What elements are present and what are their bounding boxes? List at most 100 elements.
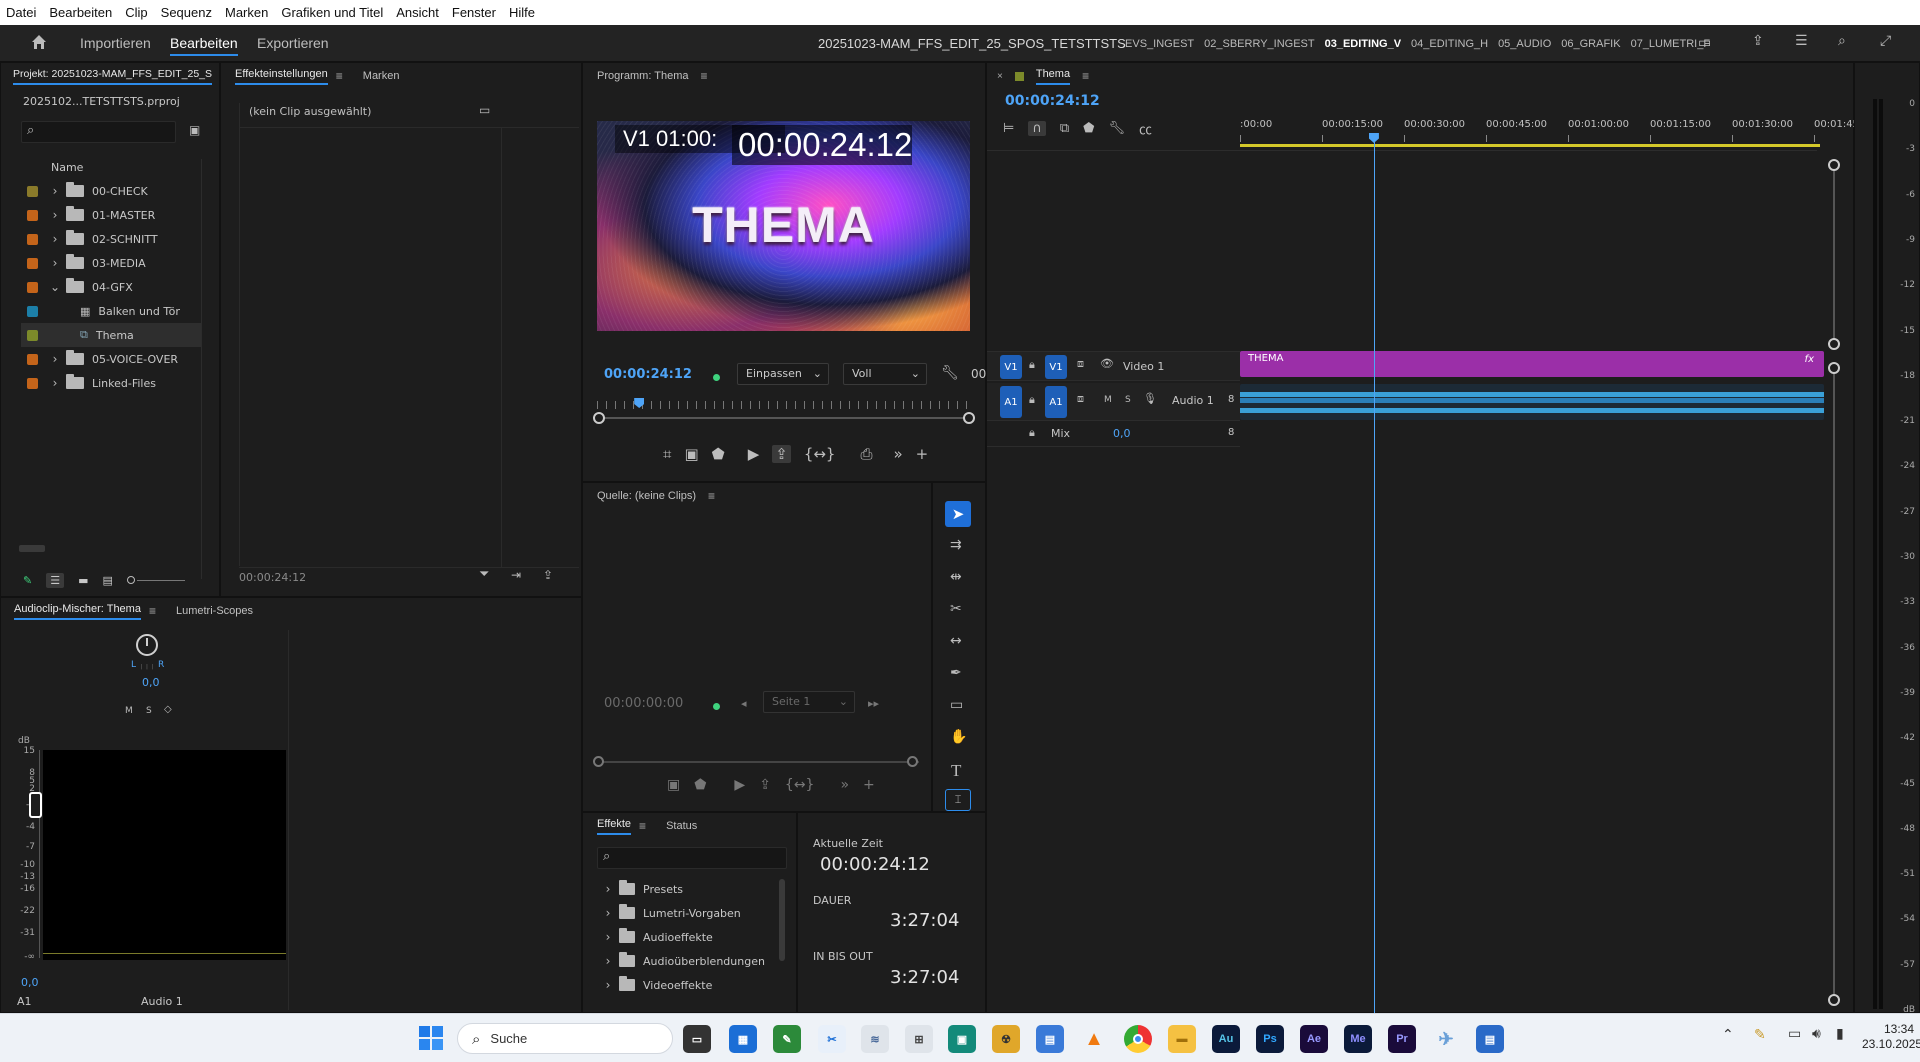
effects-item[interactable]: › Audioüberblendungen <box>597 949 777 973</box>
scroll-handle-right[interactable] <box>963 412 975 424</box>
menu-item-8[interactable]: Hilfe <box>509 5 535 20</box>
razor-tool-icon[interactable]: ✂ <box>950 601 962 617</box>
source-monitor-title[interactable]: Quelle: (keine Clips) <box>597 490 696 502</box>
label-color-swatch[interactable] <box>27 257 38 269</box>
type-tool-icon[interactable]: T <box>951 761 961 781</box>
audio-clip-mixer-tab[interactable]: Audioclip-Mischer: Thema <box>14 603 141 620</box>
chevron-right-icon[interactable]: › <box>601 954 615 968</box>
menu-item-5[interactable]: Grafiken und Titel <box>281 5 383 20</box>
panel-menu-icon[interactable]: ≡ <box>336 69 343 83</box>
insert-icon[interactable]: ⇪ <box>759 777 771 793</box>
notepad-app-icon[interactable]: ✎ <box>773 1025 801 1053</box>
scroll-handle-top[interactable] <box>1828 159 1840 171</box>
label-color-swatch[interactable] <box>27 209 38 221</box>
chevron-right-icon[interactable]: › <box>601 978 615 992</box>
scroll-handle-audio-top[interactable] <box>1828 362 1840 374</box>
linked-selection-icon[interactable]: ⧉ <box>1060 121 1069 136</box>
vlc-icon[interactable]: ▲ <box>1080 1025 1108 1053</box>
lumetri-scopes-tab[interactable]: Lumetri-Scopes <box>176 605 253 617</box>
taskbar-search-box[interactable]: ⌕ Suche <box>457 1023 673 1054</box>
vlc-like-app-icon[interactable]: ☢ <box>992 1025 1020 1053</box>
project-search-input[interactable]: ⌕ <box>21 121 176 143</box>
play-audio-icon[interactable]: ⇥ <box>511 568 521 582</box>
filter-icon[interactable]: ⏷ <box>479 567 489 582</box>
photoshop-icon[interactable]: Ps <box>1256 1025 1284 1053</box>
chevron-right-icon[interactable]: › <box>48 256 62 270</box>
solo-button[interactable]: S <box>146 706 152 716</box>
document-app-icon[interactable]: ▤ <box>1036 1025 1064 1053</box>
menu-item-1[interactable]: Bearbeiten <box>49 5 112 20</box>
track-select-tool-icon[interactable]: ⇉ <box>950 537 962 553</box>
tray-app-icon[interactable]: ✎ <box>1754 1027 1766 1043</box>
volume-value[interactable]: 0,0 <box>21 976 39 989</box>
project-item[interactable]: › Linked-Files <box>21 371 201 395</box>
menu-item-3[interactable]: Sequenz <box>161 5 212 20</box>
panel-menu-icon[interactable]: ≡ <box>149 604 156 618</box>
network-drive-icon[interactable]: ✈ <box>1432 1025 1460 1053</box>
time-ruler[interactable] <box>597 401 969 409</box>
premiere-pro-icon[interactable]: Pr <box>1388 1025 1416 1053</box>
project-tab[interactable]: Projekt: 20251023-MAM_FFS_EDIT_25_S <box>13 68 213 85</box>
label-color-swatch[interactable] <box>27 281 38 293</box>
pan-knob[interactable] <box>136 634 158 656</box>
keyframe-icon[interactable]: ◇ <box>164 704 172 715</box>
project-item[interactable]: ▦ Balken und Töne <box>21 299 201 323</box>
markers-tab[interactable]: Marken <box>363 70 400 82</box>
snipping-tool-icon[interactable]: ✂ <box>818 1025 846 1053</box>
program-monitor-title[interactable]: Programm: Thema <box>597 70 689 82</box>
audition-icon[interactable]: Au <box>1212 1025 1240 1053</box>
slip-tool-icon[interactable]: ↔ <box>950 633 962 649</box>
rectangle-tool-icon[interactable]: ▭ <box>950 697 963 713</box>
media-app-icon[interactable]: ▣ <box>948 1025 976 1053</box>
chevron-down-icon[interactable]: ⌄ <box>48 280 62 294</box>
panel-menu-icon[interactable]: ≡ <box>639 819 646 833</box>
add-marker-icon[interactable]: ⬟ <box>1083 121 1094 136</box>
freeform-view-icon[interactable]: ▤ <box>103 574 113 587</box>
effects-item[interactable]: › Presets <box>597 877 777 901</box>
effects-item[interactable]: › Lumetri-Vorgaben <box>597 901 777 925</box>
camera-icon[interactable]: ⎙ <box>860 445 872 463</box>
panel-menu-icon[interactable]: ≡ <box>708 489 715 503</box>
extract-icon[interactable]: {↔} <box>804 445 836 463</box>
project-item[interactable]: › 00-CHECK <box>21 179 201 203</box>
project-item[interactable]: › 01-MASTER <box>21 203 201 227</box>
source-timecode[interactable]: 00:00:00:00 <box>604 696 683 711</box>
chevron-right-icon[interactable]: › <box>48 232 62 246</box>
import-workspace-button[interactable]: Importieren <box>80 25 151 62</box>
chevron-right-icon[interactable]: › <box>48 376 62 390</box>
zoom-slider[interactable] <box>126 576 185 584</box>
fullscreen-icon[interactable]: ⤢ <box>1880 33 1891 49</box>
program-timecode[interactable]: 00:00:24:12 <box>604 367 692 382</box>
scroll-handle-left[interactable] <box>593 412 605 424</box>
label-color-swatch[interactable] <box>27 353 38 365</box>
media-encoder-icon[interactable]: Me <box>1344 1025 1372 1053</box>
task-view-icon[interactable]: ▭ <box>683 1025 711 1053</box>
export-workspace-button[interactable]: Exportieren <box>257 25 329 62</box>
icon-view-icon[interactable]: ▬ <box>78 574 88 587</box>
chevron-right-icon[interactable]: › <box>48 184 62 198</box>
project-item[interactable]: › 05-VOICE-OVER <box>21 347 201 371</box>
menu-item-6[interactable]: Ansicht <box>396 5 439 20</box>
network-app-icon[interactable]: ⊞ <box>905 1025 933 1053</box>
edit-workspace-button[interactable]: Bearbeiten <box>170 25 238 62</box>
effects-tab[interactable]: Effekte <box>597 818 632 835</box>
video-source-patch[interactable]: V1 <box>1000 355 1022 379</box>
wrench-icon[interactable]: 🔧︎ <box>941 365 959 381</box>
project-item[interactable]: ⧉ Thema <box>21 323 201 347</box>
ripple-edit-tool-icon[interactable]: ⇹ <box>950 569 962 585</box>
notes-app-icon[interactable]: ▤ <box>1476 1025 1504 1053</box>
safe-margins-icon[interactable]: ▣ <box>684 445 698 463</box>
more-controls-icon[interactable]: » <box>893 445 902 463</box>
panel-menu-icon[interactable]: ≡ <box>701 69 708 83</box>
clock[interactable]: 13:34 23.10.2025 <box>1862 1022 1920 1052</box>
lock-icon[interactable]: 🔒︎ <box>1029 358 1035 372</box>
share-icon[interactable]: ⇪ <box>1752 33 1764 49</box>
pencil-icon[interactable]: ✎ <box>23 574 32 587</box>
project-item[interactable]: › 02-SCHNITT <box>21 227 201 251</box>
chrome-icon[interactable] <box>1124 1025 1152 1053</box>
audio-clip[interactable] <box>1240 384 1824 420</box>
audio-tracks-scrollbar[interactable] <box>1833 364 1835 1004</box>
evs-app-icon[interactable]: ≋ <box>861 1025 889 1053</box>
sync-lock-icon[interactable]: ⧈ <box>1077 357 1084 371</box>
workspace-tab-1[interactable]: 02_SBERRY_INGEST <box>1204 38 1314 50</box>
